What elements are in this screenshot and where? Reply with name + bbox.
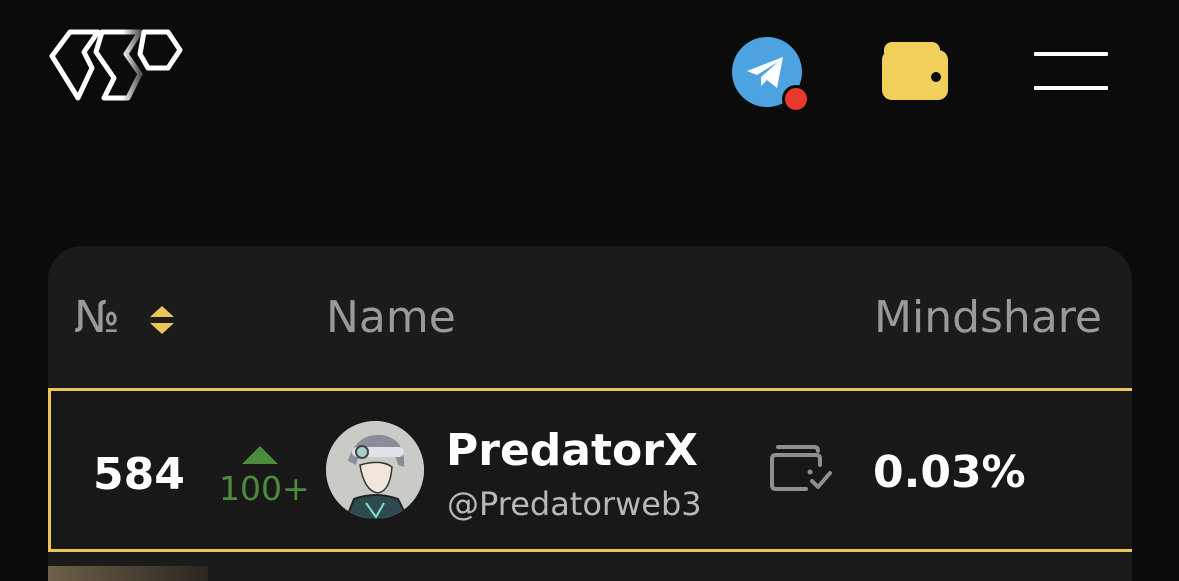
column-header-mindshare[interactable]: Mindshare: [874, 296, 1102, 340]
wp-logo-icon[interactable]: [48, 28, 184, 104]
column-header-rank[interactable]: №: [74, 296, 120, 340]
rank-value: 584: [93, 449, 185, 500]
avatar[interactable]: [326, 421, 424, 519]
column-header-name[interactable]: Name: [326, 296, 456, 340]
rank-change-value: 100+: [219, 469, 310, 508]
wallet-check-icon: [770, 445, 832, 491]
table-row[interactable]: 584 100+ PredatorX @Predatorweb3 0.03%: [48, 388, 1132, 552]
mindshare-value: 0.03%: [873, 447, 1026, 498]
rank-up-arrow-icon: [242, 446, 278, 464]
leaderboard-page: № Name Mindshare 584 100+ PredatorX @Pre…: [0, 0, 1179, 581]
leaderboard-table: № Name Mindshare 584 100+ PredatorX @Pre…: [48, 246, 1132, 581]
notification-dot: [782, 85, 810, 113]
hamburger-menu-icon[interactable]: [1034, 52, 1108, 92]
wallet-icon[interactable]: [880, 40, 950, 102]
user-display-name[interactable]: PredatorX: [446, 425, 698, 476]
user-handle[interactable]: @Predatorweb3: [447, 485, 702, 523]
next-row-avatar-partial: [48, 566, 208, 581]
sort-icon[interactable]: [148, 304, 176, 336]
